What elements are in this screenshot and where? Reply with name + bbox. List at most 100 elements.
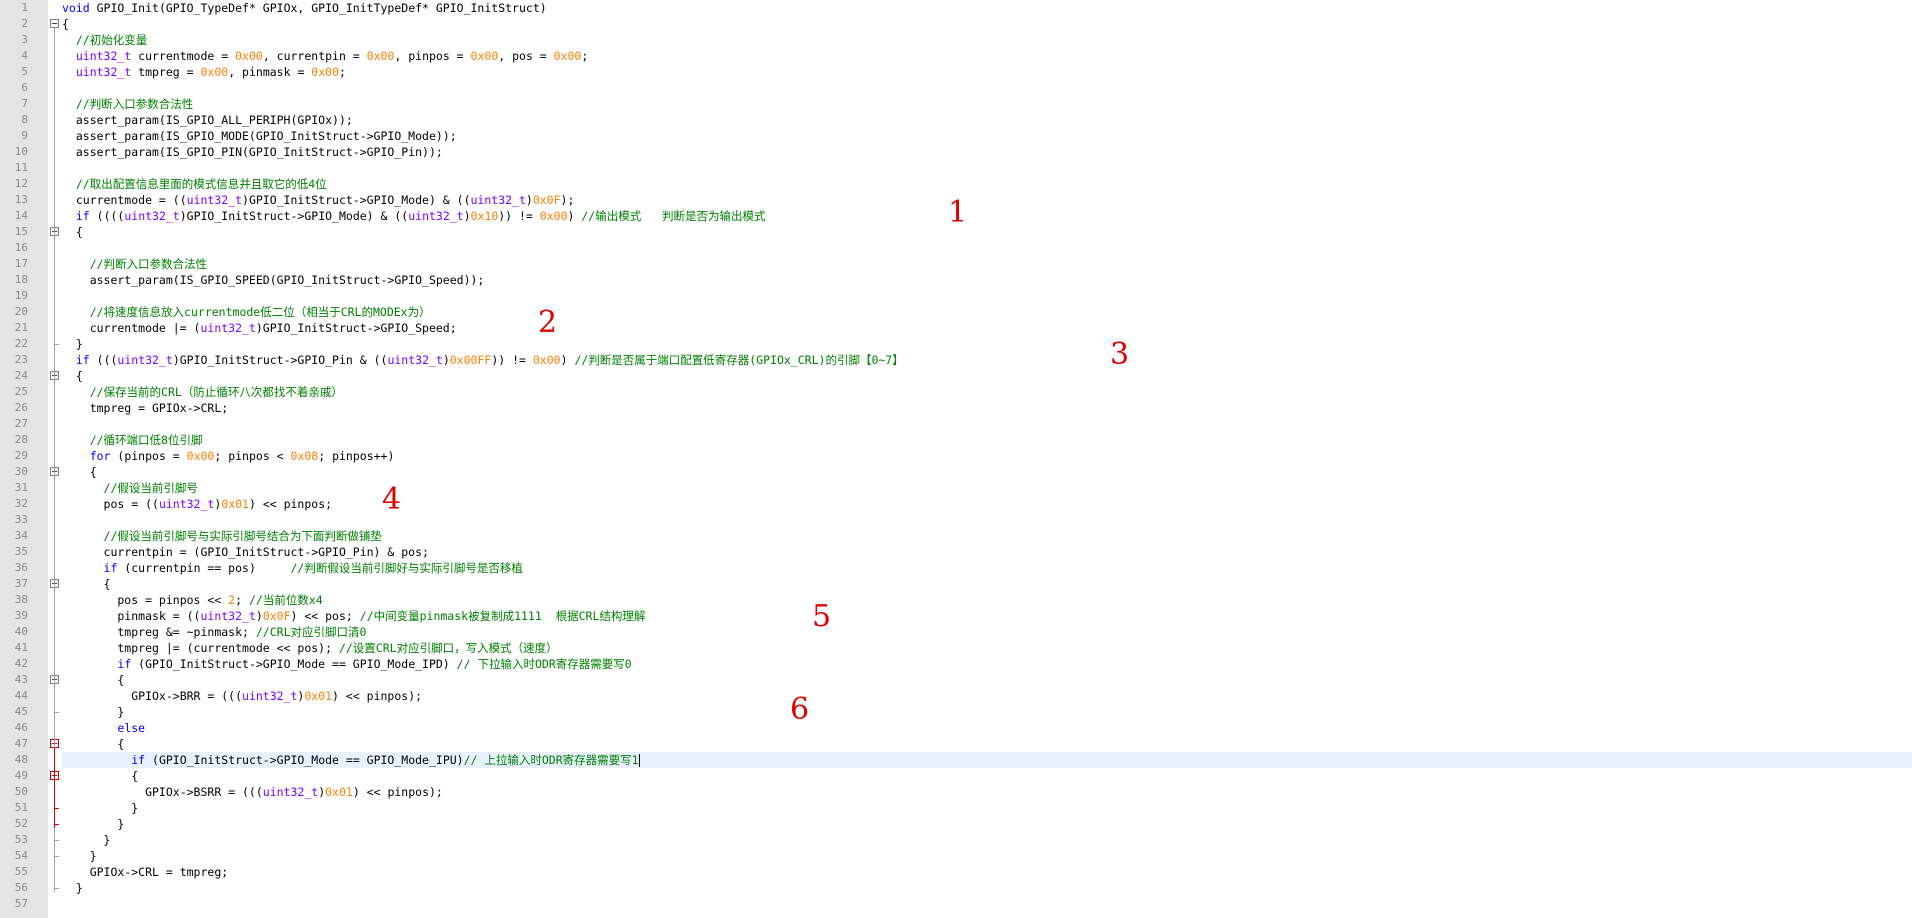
line-number: 27 — [14, 417, 28, 430]
code-line[interactable]: } — [62, 336, 1912, 352]
code-line[interactable]: assert_param(IS_GPIO_MODE(GPIO_InitStruc… — [62, 128, 1912, 144]
line-number: 55 — [14, 865, 28, 878]
line-number: 14 — [14, 209, 28, 222]
line-number: 20 — [14, 305, 28, 318]
code-line[interactable]: if ((((uint32_t)GPIO_InitStruct->GPIO_Mo… — [62, 208, 1912, 224]
code-line[interactable]: //判断入口参数合法性 — [62, 256, 1912, 272]
code-line[interactable]: pos = ((uint32_t)0x01) << pinpos; — [62, 496, 1912, 512]
line-number: 31 — [14, 481, 28, 494]
code-line[interactable]: GPIOx->BRR = (((uint32_t)0x01) << pinpos… — [62, 688, 1912, 704]
code-line[interactable]: } — [62, 816, 1912, 832]
line-number: 54 — [14, 849, 28, 862]
annotation-number: 5 — [812, 599, 832, 634]
code-line[interactable]: assert_param(IS_GPIO_SPEED(GPIO_InitStru… — [62, 272, 1912, 288]
code-line[interactable]: if (GPIO_InitStruct->GPIO_Mode == GPIO_M… — [62, 752, 1912, 768]
line-number: 44 — [14, 689, 28, 702]
code-line[interactable] — [62, 512, 1912, 528]
line-number: 47 — [14, 737, 28, 750]
code-line[interactable]: { — [62, 16, 1912, 32]
code-line[interactable]: } — [62, 848, 1912, 864]
code-line[interactable]: { — [62, 368, 1912, 384]
code-line[interactable]: tmpreg |= (currentmode << pos); //设置CRL对… — [62, 640, 1912, 656]
code-line[interactable] — [62, 416, 1912, 432]
annotation-number: 2 — [538, 305, 558, 340]
code-line[interactable]: if (currentpin == pos) //判断假设当前引脚好与实际引脚号… — [62, 560, 1912, 576]
line-number: 33 — [14, 513, 28, 526]
line-number: 53 — [14, 833, 28, 846]
line-number: 10 — [14, 145, 28, 158]
code-line[interactable]: assert_param(IS_GPIO_ALL_PERIPH(GPIOx)); — [62, 112, 1912, 128]
fold-guide — [54, 808, 59, 809]
fold-guide — [54, 712, 59, 713]
code-line[interactable] — [62, 80, 1912, 96]
line-number: 43 — [14, 673, 28, 686]
code-line[interactable]: { — [62, 576, 1912, 592]
code-line[interactable]: //初始化变量 — [62, 32, 1912, 48]
line-number: 19 — [14, 289, 28, 302]
code-line[interactable]: //将速度信息放入currentmode低二位（相当于CRL的MODEx为） — [62, 304, 1912, 320]
code-line[interactable] — [62, 160, 1912, 176]
line-number: 50 — [14, 785, 28, 798]
line-number: 40 — [14, 625, 28, 638]
fold-toggle-icon[interactable] — [50, 19, 59, 28]
code-line[interactable]: } — [62, 704, 1912, 720]
line-number: 15 — [14, 225, 28, 238]
code-line[interactable]: if (((uint32_t)GPIO_InitStruct->GPIO_Pin… — [62, 352, 1912, 368]
code-line[interactable]: //循环端口低8位引脚 — [62, 432, 1912, 448]
annotation-number: 4 — [382, 482, 402, 517]
annotation-number: 1 — [948, 195, 968, 230]
code-line[interactable]: //取出配置信息里面的模式信息并且取它的低4位 — [62, 176, 1912, 192]
annotation-number: 3 — [1110, 337, 1130, 372]
code-line[interactable]: assert_param(IS_GPIO_PIN(GPIO_InitStruct… — [62, 144, 1912, 160]
code-line[interactable]: else — [62, 720, 1912, 736]
line-number: 2 — [21, 17, 28, 30]
code-line[interactable]: void GPIO_Init(GPIO_TypeDef* GPIOx, GPIO… — [62, 0, 1912, 16]
line-number: 24 — [14, 369, 28, 382]
code-line[interactable]: if (GPIO_InitStruct->GPIO_Mode == GPIO_M… — [62, 656, 1912, 672]
line-number: 8 — [21, 113, 28, 126]
code-line[interactable] — [62, 288, 1912, 304]
line-number: 49 — [14, 769, 28, 782]
line-number: 16 — [14, 241, 28, 254]
code-line[interactable]: tmpreg = GPIOx->CRL; — [62, 400, 1912, 416]
code-line[interactable]: for (pinpos = 0x00; pinpos < 0x08; pinpo… — [62, 448, 1912, 464]
code-line[interactable]: currentpin = (GPIO_InitStruct->GPIO_Pin)… — [62, 544, 1912, 560]
code-line[interactable]: } — [62, 800, 1912, 816]
code-line[interactable]: { — [62, 768, 1912, 784]
code-line[interactable]: { — [62, 736, 1912, 752]
annotation-number: 6 — [790, 692, 810, 727]
code-line[interactable]: tmpreg &= ~pinmask; //CRL对应引脚口清0 — [62, 624, 1912, 640]
line-number: 25 — [14, 385, 28, 398]
line-number: 21 — [14, 321, 28, 334]
code-line[interactable]: { — [62, 224, 1912, 240]
line-number: 7 — [21, 97, 28, 110]
code-line[interactable]: } — [62, 832, 1912, 848]
code-line[interactable]: GPIOx->CRL = tmpreg; — [62, 864, 1912, 880]
line-number: 4 — [21, 49, 28, 62]
code-line[interactable]: //假设当前引脚号与实际引脚号结合为下面判断做铺垫 — [62, 528, 1912, 544]
code-line[interactable] — [62, 240, 1912, 256]
code-line[interactable]: { — [62, 464, 1912, 480]
code-line[interactable]: GPIOx->BSRR = (((uint32_t)0x01) << pinpo… — [62, 784, 1912, 800]
line-number: 57 — [14, 897, 28, 910]
code-line[interactable]: } — [62, 880, 1912, 896]
line-number: 18 — [14, 273, 28, 286]
line-number: 56 — [14, 881, 28, 894]
code-line[interactable]: uint32_t tmpreg = 0x00, pinmask = 0x00; — [62, 64, 1912, 80]
code-line[interactable]: //判断入口参数合法性 — [62, 96, 1912, 112]
line-number-gutter: 1 2 3 4 5 6 7 8 9 10 11 12 13 14 15 16 17 18 19 20 21 22 23 24 2… — [0, 0, 48, 918]
code-line[interactable]: pinmask = ((uint32_t)0x0F) << pos; //中间变… — [62, 608, 1912, 624]
fold-guide — [54, 888, 59, 889]
line-number: 36 — [14, 561, 28, 574]
code-line[interactable]: //保存当前的CRL（防止循环八次都找不着亲戚） — [62, 384, 1912, 400]
code-line[interactable]: //假设当前引脚号 — [62, 480, 1912, 496]
code-line[interactable]: { — [62, 672, 1912, 688]
code-line[interactable]: currentmode = ((uint32_t)GPIO_InitStruct… — [62, 192, 1912, 208]
code-line[interactable]: uint32_t currentmode = 0x00, currentpin … — [62, 48, 1912, 64]
code-line[interactable] — [62, 896, 1912, 912]
code-line[interactable]: currentmode |= (uint32_t)GPIO_InitStruct… — [62, 320, 1912, 336]
line-number: 3 — [21, 33, 28, 46]
line-number: 11 — [14, 161, 28, 174]
line-number: 23 — [14, 353, 28, 366]
code-line[interactable]: pos = pinpos << 2; //当前位数x4 — [62, 592, 1912, 608]
